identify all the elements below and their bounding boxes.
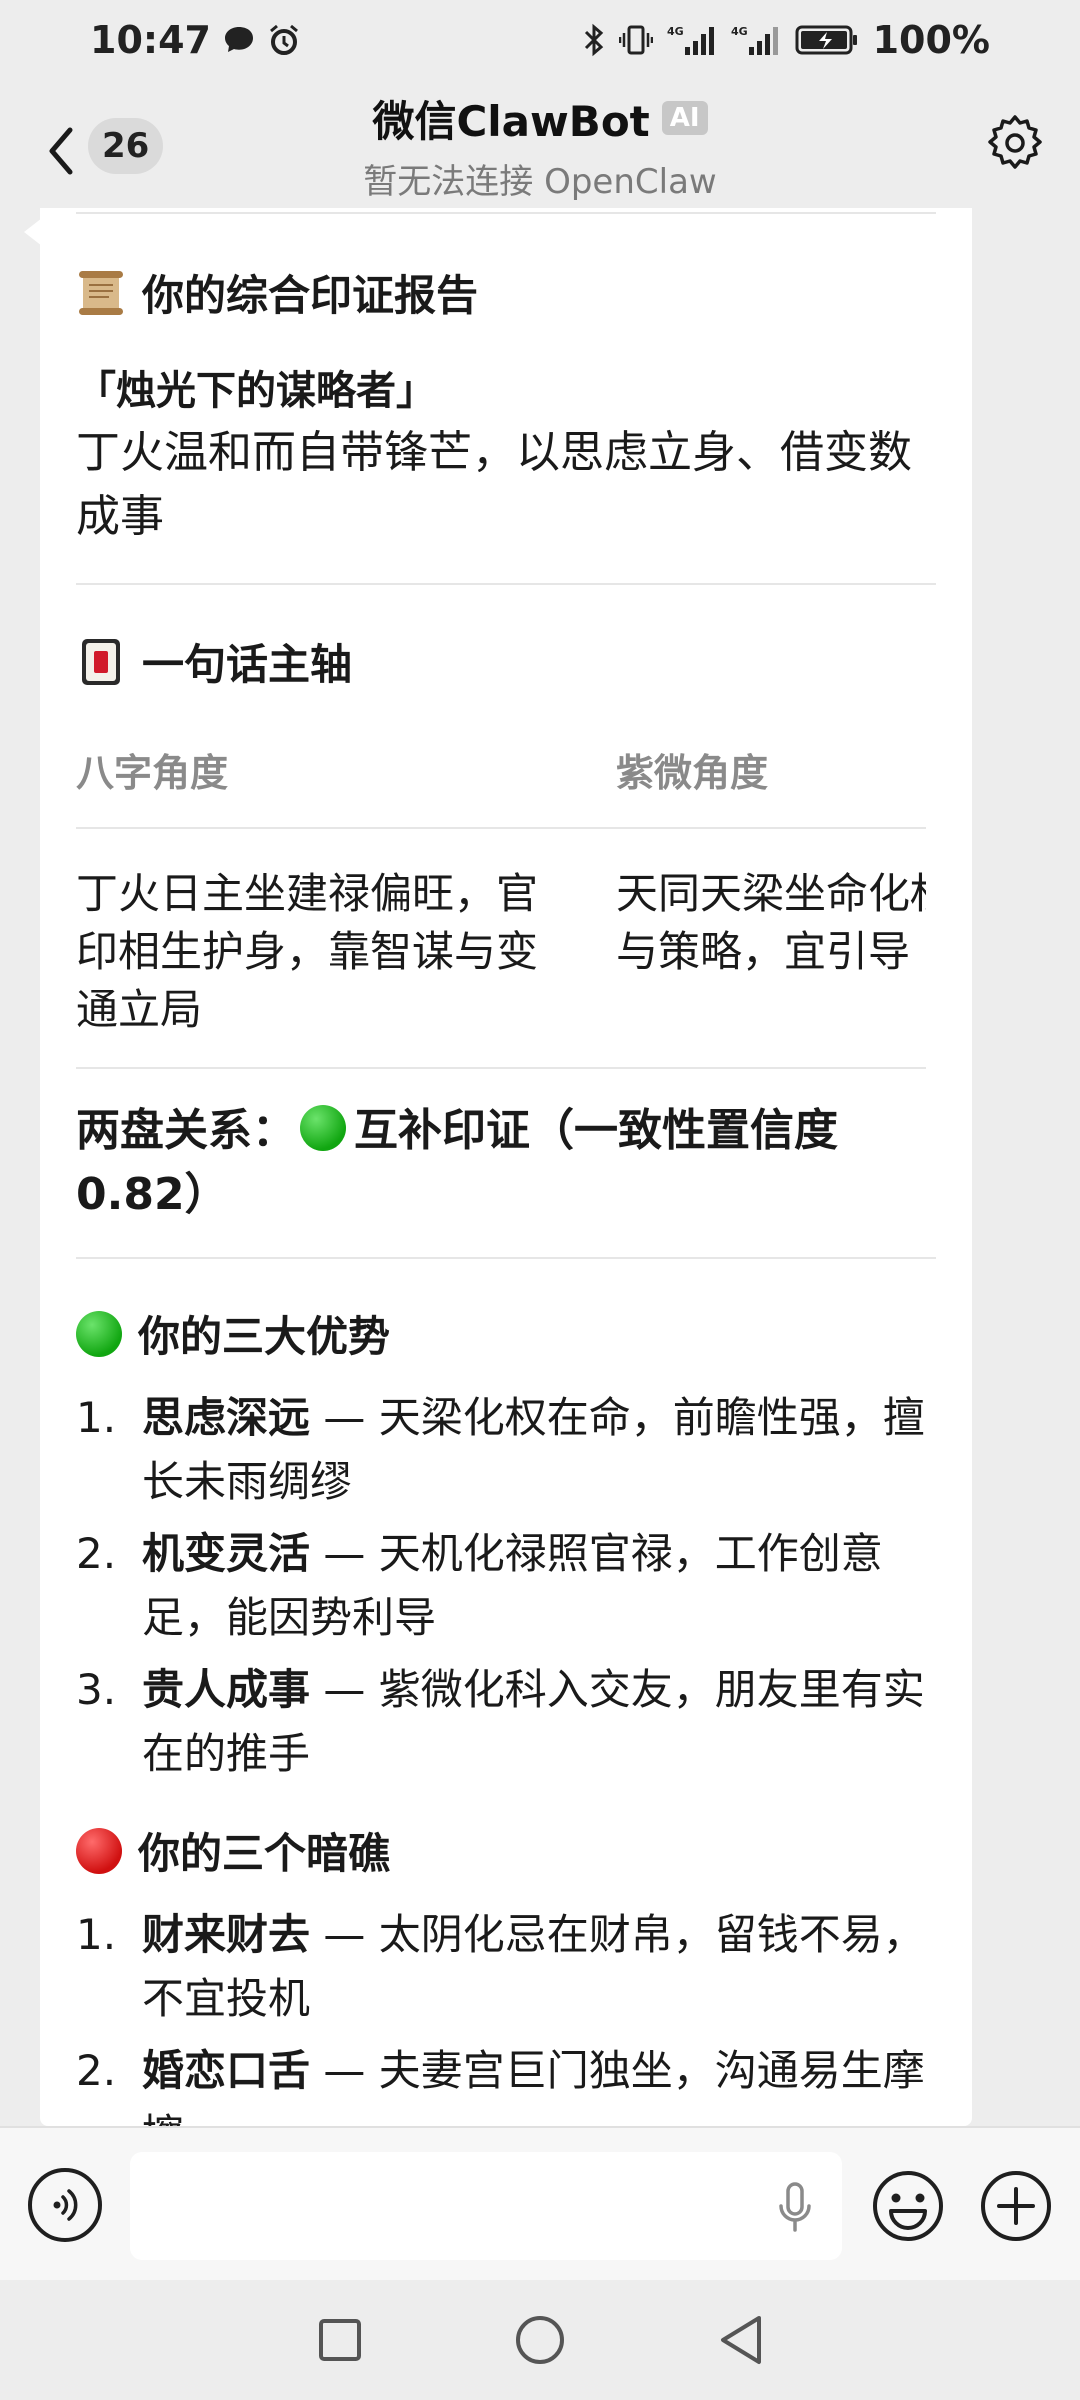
scroll-icon [76,268,126,318]
report-title: 你的综合印证报告 [142,271,479,320]
table-cell-ziwei: 天同天梁坐命化权，大脑与策略，宜引导 [616,829,926,1069]
mahjong-icon [76,637,126,687]
list-number: 2. [76,1529,117,1578]
message-input[interactable] [130,2152,842,2260]
battery-percent: 100% [872,18,990,62]
svg-text:4G: 4G [731,25,748,38]
microphone-icon[interactable] [770,2180,820,2236]
vibrate-icon [618,23,653,57]
status-time: 10:47 [90,18,211,62]
divider [76,583,936,585]
voice-icon [53,2189,78,2221]
list-number: 1. [76,1910,117,1959]
red-circle-icon [76,1827,122,1874]
advantages-title: 你的三大优势 [138,1312,391,1361]
list-item: 1. 思虑深远 — 天梁化权在命，前瞻性强，擅长未雨绸缪 [76,1386,936,1514]
system-nav-bar [0,2280,1080,2400]
advantages-heading: 你的三大优势 [76,1303,936,1364]
gear-icon [988,115,1042,169]
alarm-icon [267,23,301,57]
chat-title-area: 微信ClawBot AI 暂无法连接 OpenClaw [0,88,1080,203]
report-quote: 「烛光下的谋略者」 [76,368,436,414]
chat-bubble-icon [223,25,255,55]
back-nav-button[interactable] [705,2305,775,2375]
more-actions-button[interactable] [978,2168,1054,2244]
recents-button[interactable] [305,2305,375,2375]
risks-heading: 你的三个暗礁 [76,1820,936,1881]
divider [76,212,936,214]
relation-label: 两盘关系： [76,1105,296,1156]
green-circle-icon [76,1310,122,1357]
list-item-keyword: 思虑深远 [142,1393,311,1442]
connection-status: 暂无法连接 OpenClaw [363,162,717,202]
list-item: 2. 婚恋口舌 — 夫妻宫巨门独坐，沟通易生摩擦 [76,2039,936,2126]
battery-charging-icon [795,23,859,57]
relation-line: 两盘关系： 互补印证（一致性置信度 0.82） [76,1099,936,1227]
input-bar [0,2126,1080,2280]
square-icon [319,2319,361,2361]
report-body: 丁火温和而自带锋芒，以思虑立身、借变数成事 [76,427,912,542]
list-item-keyword: 财来财去 [142,1910,311,1959]
chat-messages[interactable]: 你的综合印证报告 「烛光下的谋略者」 丁火温和而自带锋芒，以思虑立身、借变数成事… [0,208,1080,2126]
divider [76,1257,936,1259]
signal-4g-icon: 4G [731,23,781,57]
table-cell-bazi: 丁火日主坐建禄偏旺，官印相生护身，靠智谋与变通立局 [76,829,616,1069]
ai-badge: AI [661,101,708,135]
message-bubble[interactable]: 你的综合印证报告 「烛光下的谋略者」 丁火温和而自带锋芒，以思虑立身、借变数成事… [40,208,972,2126]
axis-heading: 一句话主轴 [76,631,936,692]
voice-mode-button[interactable] [28,2168,102,2242]
green-circle-icon [300,1105,346,1151]
axis-table[interactable]: 八字角度 紫微角度 丁火日主坐建禄偏旺，官印相生护身，靠智谋与变通立局 天同天梁… [76,716,926,1069]
svg-text:4G: 4G [667,25,684,38]
circle-icon [516,2316,564,2364]
table-header-ziwei: 紫微角度 [616,716,926,829]
plus-icon [981,2171,1051,2241]
chat-header: 26 微信ClawBot AI 暂无法连接 OpenClaw [0,80,1080,208]
settings-button[interactable] [980,108,1050,178]
list-number: 3. [76,1665,117,1714]
advantages-list: 1. 思虑深远 — 天梁化权在命，前瞻性强，擅长未雨绸缪 2. 机变灵活 — 天… [76,1386,936,1786]
bluetooth-icon [583,23,605,57]
list-item: 3. 贵人成事 — 紫微化科入交友，朋友里有实在的推手 [76,1658,936,1786]
axis-title: 一句话主轴 [142,640,353,689]
list-item: 1. 财来财去 — 太阴化忌在财帛，留钱不易，不宜投机 [76,1903,936,2031]
list-item-keyword: 机变灵活 [142,1529,311,1578]
list-number: 1. [76,1393,117,1442]
risks-title: 你的三个暗礁 [138,1829,391,1878]
list-item: 2. 机变灵活 — 天机化禄照官禄，工作创意足，能因势利导 [76,1522,936,1650]
status-bar: 10:47 4G 4G 100% [0,0,1080,80]
emoji-button[interactable] [870,2168,946,2244]
list-number: 2. [76,2046,117,2095]
home-button[interactable] [505,2305,575,2375]
chat-title: 微信ClawBot [372,96,650,146]
risks-list: 1. 财来财去 — 太阴化忌在财帛，留钱不易，不宜投机 2. 婚恋口舌 — 夫妻… [76,1903,936,2126]
table-header-bazi: 八字角度 [76,716,616,829]
list-item-keyword: 贵人成事 [142,1665,311,1714]
smiley-icon [873,2171,943,2241]
signal-4g-icon: 4G [667,23,717,57]
report-heading: 你的综合印证报告 [76,262,936,323]
list-item-keyword: 婚恋口舌 [142,2046,311,2095]
triangle-back-icon [721,2316,761,2364]
